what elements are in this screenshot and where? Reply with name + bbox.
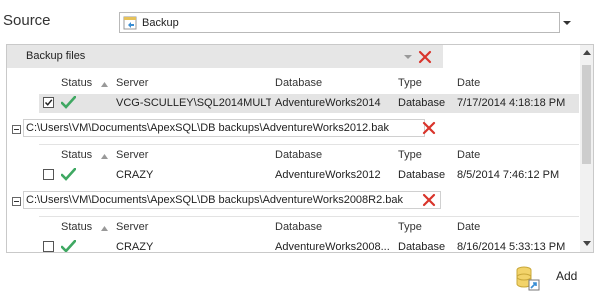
backup-files-grid: Backup files Status Server Database Type…: [6, 44, 594, 253]
divider: [39, 216, 579, 217]
group-header: Backup files: [7, 45, 443, 68]
scroll-up-icon[interactable]: [583, 50, 591, 55]
add-button-label[interactable]: Add: [556, 269, 577, 283]
column-header-server[interactable]: Server: [116, 149, 148, 161]
collapse-group-button[interactable]: [12, 125, 21, 134]
sort-ascending-icon: [101, 226, 108, 231]
date-cell: 7/17/2014 4:18:18 PM: [457, 97, 566, 109]
type-cell: Database: [398, 241, 446, 253]
database-add-icon[interactable]: [514, 264, 542, 292]
source-label: Source: [3, 12, 51, 29]
remove-all-icon[interactable]: [418, 50, 432, 64]
date-cell: 8/5/2014 7:46:12 PM: [457, 169, 560, 181]
check-icon: [61, 96, 76, 109]
scrollbar-thumb[interactable]: [582, 65, 591, 164]
vertical-scrollbar[interactable]: [580, 45, 593, 252]
table-row[interactable]: CRAZY AdventureWorks2008... Database 8/1…: [39, 238, 579, 253]
type-cell: Database: [398, 169, 446, 181]
row-checkbox[interactable]: [43, 169, 54, 180]
date-cell: 8/16/2014 5:33:13 PM: [457, 241, 566, 253]
divider: [39, 144, 579, 145]
column-header-date[interactable]: Date: [457, 221, 480, 233]
group-header-title: Backup files: [26, 50, 86, 62]
remove-file-icon[interactable]: [422, 193, 436, 207]
check-icon: [61, 168, 76, 181]
backup-file-path: C:\Users\VM\Documents\ApexSQL\DB backups…: [23, 191, 441, 209]
column-header-status[interactable]: Status: [61, 149, 92, 161]
remove-file-icon[interactable]: [422, 121, 436, 135]
backup-file-path: C:\Users\VM\Documents\ApexSQL\DB backups…: [23, 119, 425, 137]
column-header-status[interactable]: Status: [61, 221, 92, 233]
checkmark-icon: [44, 99, 53, 106]
source-dropdown[interactable]: Backup: [119, 12, 560, 33]
column-header-date[interactable]: Date: [457, 77, 480, 89]
server-cell: VCG-SCULLEY\SQL2014MULTI: [116, 97, 271, 109]
column-header-row: Status Server Database Type Date: [39, 218, 579, 237]
table-row[interactable]: VCG-SCULLEY\SQL2014MULTI AdventureWorks2…: [39, 94, 579, 113]
column-header-row: Status Server Database Type Date: [39, 146, 579, 165]
sort-ascending-icon: [101, 154, 108, 159]
backup-file-icon: [123, 16, 137, 29]
row-checkbox[interactable]: [43, 241, 54, 252]
column-header-status[interactable]: Status: [61, 77, 92, 89]
database-cell: AdventureWorks2008...: [275, 241, 390, 253]
server-cell: CRAZY: [116, 169, 154, 181]
chevron-down-icon[interactable]: [404, 55, 412, 60]
row-checkbox[interactable]: [43, 97, 54, 108]
column-header-row: Status Server Database Type Date: [39, 74, 579, 93]
collapse-group-button[interactable]: [12, 197, 21, 206]
column-header-type[interactable]: Type: [398, 149, 422, 161]
column-header-server[interactable]: Server: [116, 77, 148, 89]
source-value: Backup: [142, 16, 179, 29]
column-header-database[interactable]: Database: [275, 77, 322, 89]
column-header-type[interactable]: Type: [398, 221, 422, 233]
column-header-database[interactable]: Database: [275, 221, 322, 233]
column-header-type[interactable]: Type: [398, 77, 422, 89]
chevron-down-icon[interactable]: [562, 18, 572, 28]
database-cell: AdventureWorks2012: [275, 169, 381, 181]
sort-ascending-icon: [101, 82, 108, 87]
column-header-date[interactable]: Date: [457, 149, 480, 161]
type-cell: Database: [398, 97, 446, 109]
scroll-down-icon[interactable]: [583, 241, 591, 246]
column-header-server[interactable]: Server: [116, 221, 148, 233]
column-header-database[interactable]: Database: [275, 149, 322, 161]
server-cell: CRAZY: [116, 241, 154, 253]
table-row[interactable]: CRAZY AdventureWorks2012 Database 8/5/20…: [39, 166, 579, 185]
database-cell: AdventureWorks2014: [275, 97, 381, 109]
check-icon: [61, 240, 76, 252]
